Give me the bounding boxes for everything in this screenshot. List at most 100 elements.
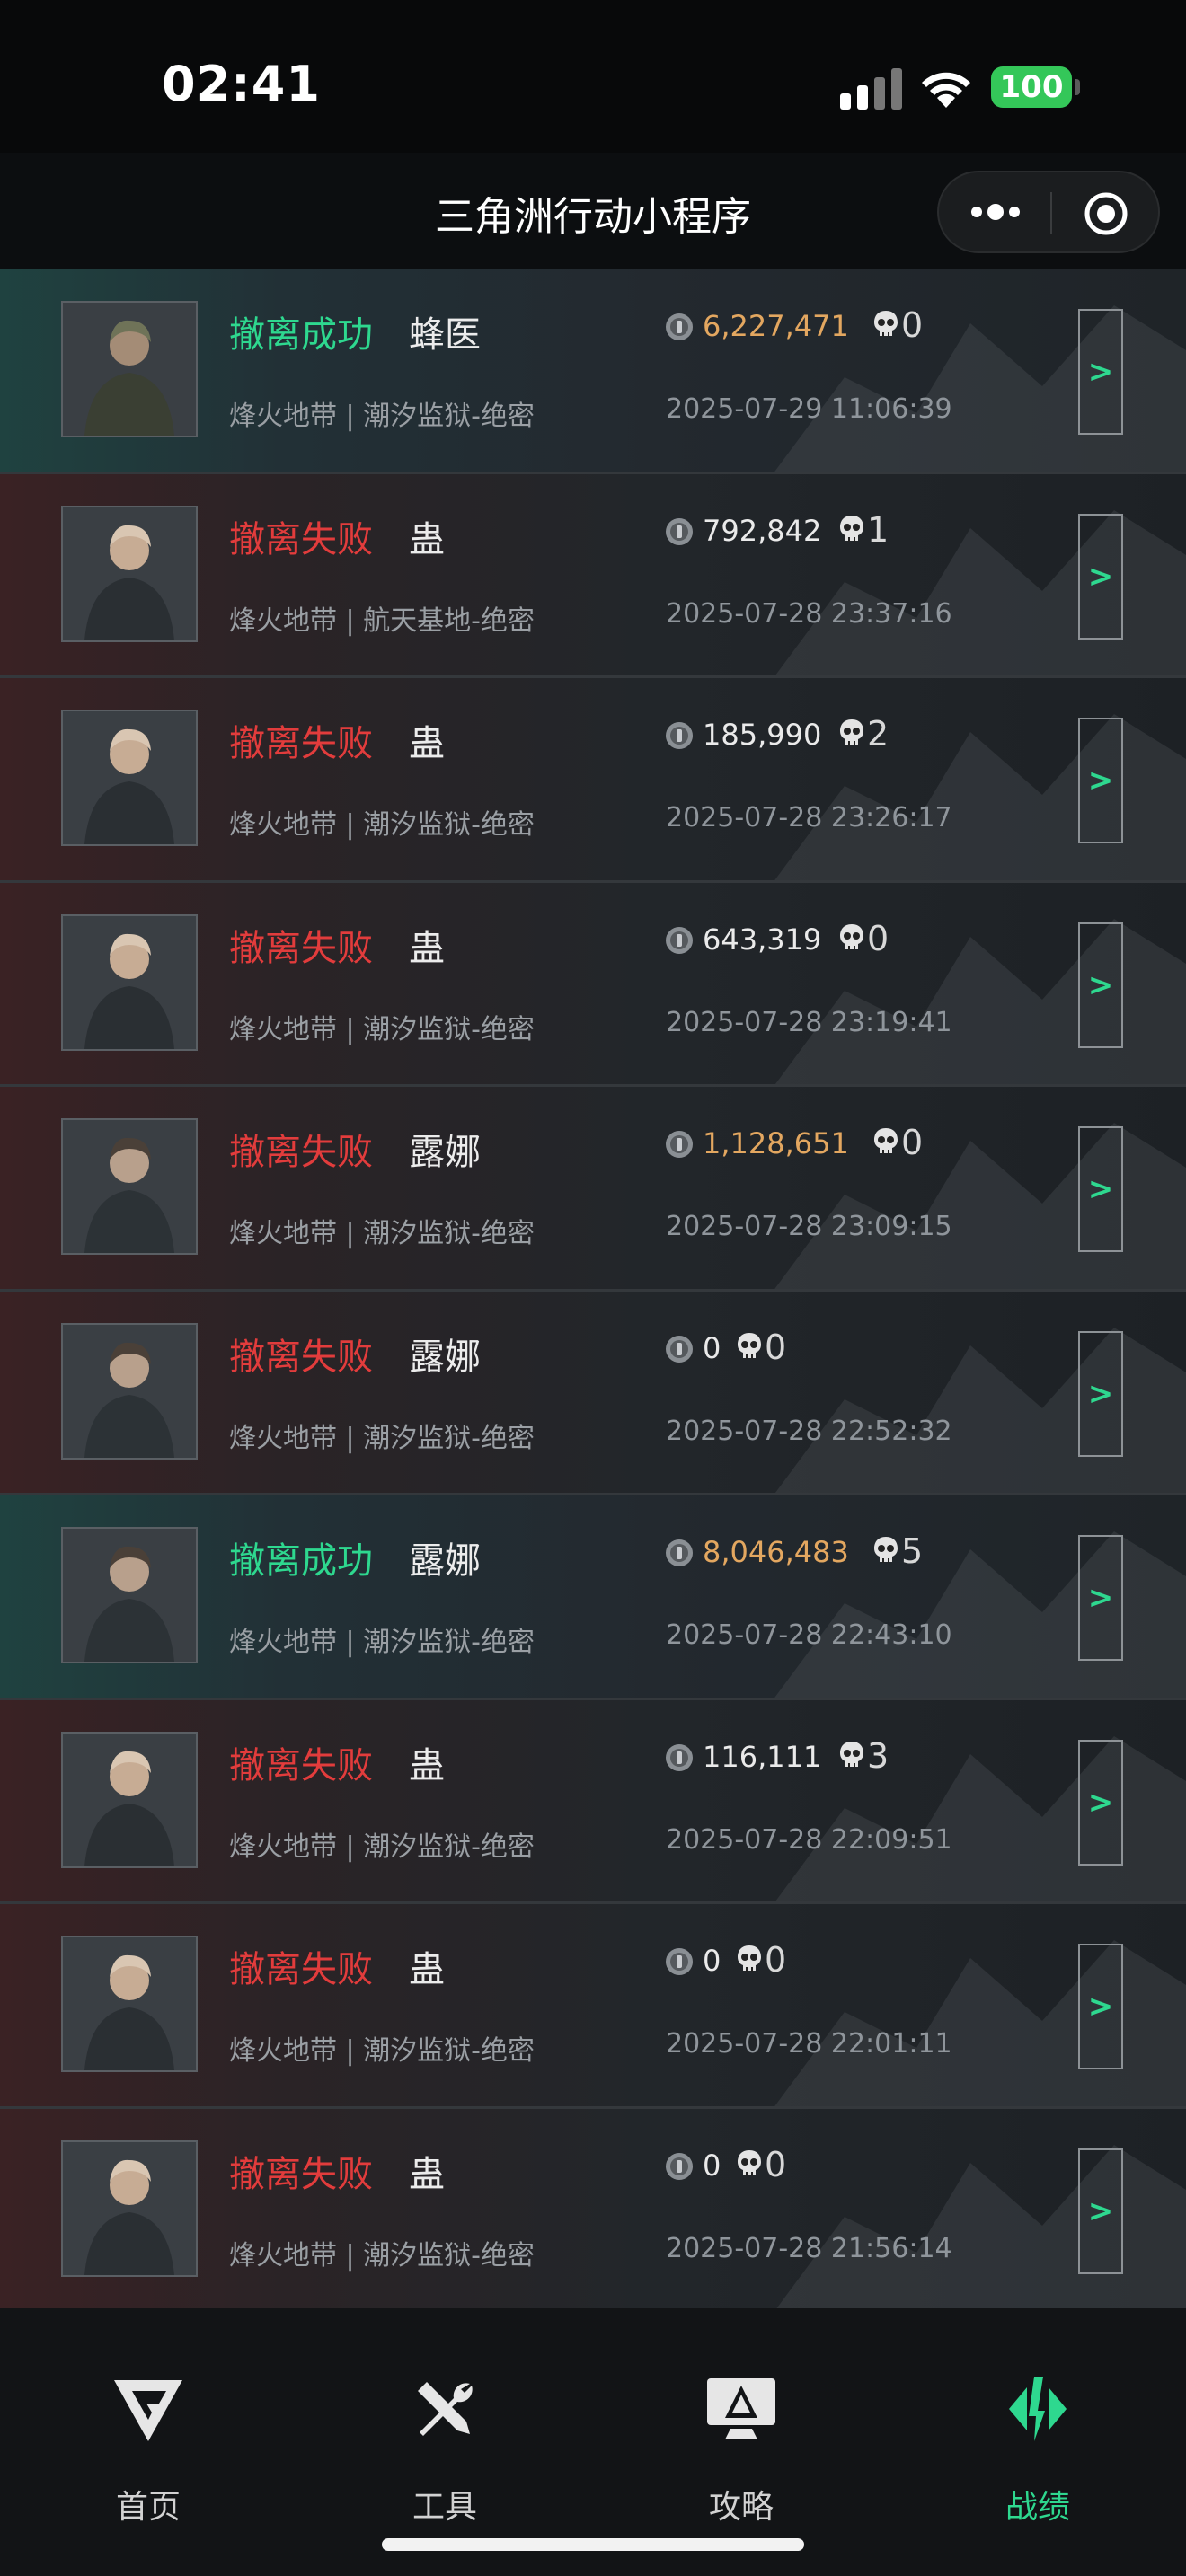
status-bar: 02:41 100 bbox=[0, 0, 1186, 153]
record-row[interactable]: 撤离成功 蜂医 烽火地带 | 潮汐监狱-绝密 6,227,471 0 2025-… bbox=[0, 269, 1186, 474]
map-info: 烽火地带 | 潮汐监狱-绝密 bbox=[229, 2035, 535, 2067]
loot-value: 792,842 bbox=[703, 513, 822, 548]
kill-count: 0 bbox=[736, 2145, 786, 2184]
operator-portrait-icon bbox=[63, 711, 196, 844]
extraction-result: 撤离失败 bbox=[229, 2153, 373, 2195]
view-detail-button[interactable]: > bbox=[1078, 718, 1123, 843]
kill-count-value: 0 bbox=[765, 2144, 787, 2184]
tab-label: 首页 bbox=[115, 2489, 181, 2526]
loot-value: 185,990 bbox=[703, 718, 822, 752]
extraction-result: 撤离失败 bbox=[229, 1336, 373, 1378]
record-row[interactable]: 撤离失败 蛊 烽火地带 | 潮汐监狱-绝密 116,111 3 2025-07-… bbox=[0, 1699, 1186, 1904]
loot-value: 6,227,471 bbox=[703, 309, 849, 343]
view-detail-button[interactable]: > bbox=[1078, 309, 1123, 435]
kill-count-value: 3 bbox=[867, 1735, 890, 1776]
skull-icon bbox=[874, 1537, 898, 1563]
coin-icon bbox=[666, 1539, 693, 1566]
kill-count: 1 bbox=[838, 510, 889, 550]
operator-name: 蛊 bbox=[409, 723, 445, 764]
tab-home[interactable]: 首页 bbox=[0, 2308, 296, 2576]
tab-label: 攻略 bbox=[708, 2489, 774, 2526]
record-row[interactable]: 撤离失败 露娜 烽火地带 | 潮汐监狱-绝密 0 0 2025-07-28 22… bbox=[0, 1291, 1186, 1495]
extraction-result: 撤离成功 bbox=[229, 314, 373, 356]
extraction-result: 撤离失败 bbox=[229, 1744, 373, 1786]
operator-portrait-icon bbox=[63, 1529, 196, 1662]
kill-count-value: 0 bbox=[765, 1940, 787, 1980]
guide-monitor-icon bbox=[707, 2378, 775, 2439]
view-detail-button[interactable]: > bbox=[1078, 2148, 1123, 2274]
tab-battle-record[interactable]: 战绩 bbox=[890, 2308, 1186, 2576]
record-row[interactable]: 撤离失败 蛊 烽火地带 | 潮汐监狱-绝密 643,319 0 2025-07-… bbox=[0, 882, 1186, 1087]
home-indicator bbox=[382, 2538, 804, 2551]
chevron-right-icon: > bbox=[1087, 1784, 1114, 1821]
record-row[interactable]: 撤离失败 蛊 烽火地带 | 潮汐监狱-绝密 0 0 2025-07-28 21:… bbox=[0, 2108, 1186, 2308]
view-detail-button[interactable]: > bbox=[1078, 1535, 1123, 1661]
match-time: 2025-07-28 23:09:15 bbox=[666, 1211, 952, 1242]
operator-avatar bbox=[61, 1527, 198, 1663]
kill-count: 3 bbox=[838, 1736, 889, 1776]
operator-portrait-icon bbox=[63, 1733, 196, 1866]
coin-icon bbox=[666, 1335, 693, 1363]
operator-avatar bbox=[61, 1731, 198, 1868]
operator-avatar bbox=[61, 1322, 198, 1460]
status-time: 02:41 bbox=[162, 56, 321, 112]
capsule-divider bbox=[1050, 192, 1052, 234]
map-info: 烽火地带 | 潮汐监狱-绝密 bbox=[229, 2239, 535, 2272]
coin-icon bbox=[666, 517, 693, 545]
record-row[interactable]: 撤离失败 露娜 烽火地带 | 潮汐监狱-绝密 1,128,651 0 2025-… bbox=[0, 1087, 1186, 1292]
skull-icon bbox=[840, 719, 863, 745]
operator-name: 蛊 bbox=[409, 1744, 445, 1786]
view-detail-button[interactable]: > bbox=[1078, 922, 1123, 1048]
operator-portrait-icon bbox=[63, 303, 196, 436]
skull-icon bbox=[738, 1332, 761, 1359]
operator-name: 蛊 bbox=[409, 518, 445, 560]
view-detail-button[interactable]: > bbox=[1078, 1330, 1123, 1457]
chevron-right-icon: > bbox=[1087, 2192, 1114, 2229]
kill-count-value: 1 bbox=[867, 509, 890, 550]
chevron-right-icon: > bbox=[1087, 763, 1114, 798]
match-time: 2025-07-28 22:01:11 bbox=[666, 2028, 952, 2060]
tab-tools[interactable]: 工具 bbox=[296, 2308, 593, 2576]
operator-name: 露娜 bbox=[409, 1132, 481, 1173]
loot-value: 0 bbox=[703, 1944, 721, 1978]
kill-count-value: 0 bbox=[901, 1123, 924, 1162]
operator-name: 露娜 bbox=[409, 1336, 481, 1378]
operator-name: 蛊 bbox=[409, 927, 445, 969]
view-detail-button[interactable]: > bbox=[1078, 513, 1123, 640]
battery-level: 100 bbox=[999, 69, 1064, 105]
extraction-result: 撤离失败 bbox=[229, 518, 373, 560]
view-detail-button[interactable]: > bbox=[1078, 1944, 1123, 2069]
battery-indicator: 100 bbox=[991, 66, 1072, 108]
battle-record-list[interactable]: 撤离成功 蜂医 烽火地带 | 潮汐监狱-绝密 6,227,471 0 2025-… bbox=[0, 269, 1186, 2308]
record-row[interactable]: 撤离失败 蛊 烽火地带 | 航天基地-绝密 792,842 1 2025-07-… bbox=[0, 473, 1186, 678]
operator-avatar bbox=[61, 1936, 198, 2072]
loot-value: 0 bbox=[703, 2148, 721, 2183]
battle-record-icon bbox=[1009, 2377, 1067, 2441]
more-options-icon[interactable] bbox=[968, 194, 1023, 230]
kill-count: 2 bbox=[838, 714, 889, 754]
delta-logo-icon bbox=[114, 2380, 182, 2441]
tab-guide[interactable]: 攻略 bbox=[593, 2308, 890, 2576]
operator-avatar bbox=[61, 2139, 198, 2277]
map-info: 烽火地带 | 潮汐监狱-绝密 bbox=[229, 401, 535, 432]
view-detail-button[interactable]: > bbox=[1078, 1126, 1123, 1252]
map-info: 烽火地带 | 航天基地-绝密 bbox=[229, 604, 535, 637]
chevron-right-icon: > bbox=[1087, 558, 1114, 595]
close-miniprogram-icon[interactable] bbox=[1083, 190, 1129, 237]
skull-icon bbox=[874, 1128, 898, 1154]
tab-label: 工具 bbox=[412, 2489, 477, 2526]
kill-count-value: 2 bbox=[867, 714, 890, 754]
loot-value: 8,046,483 bbox=[703, 1535, 849, 1569]
view-detail-button[interactable]: > bbox=[1078, 1739, 1123, 1866]
operator-avatar bbox=[61, 1118, 198, 1255]
extraction-result: 撤离失败 bbox=[229, 927, 373, 969]
coin-icon bbox=[666, 313, 693, 340]
record-row[interactable]: 撤离失败 蛊 烽火地带 | 潮汐监狱-绝密 0 0 2025-07-28 22:… bbox=[0, 1904, 1186, 2109]
extraction-result: 撤离失败 bbox=[229, 723, 373, 764]
kill-count: 5 bbox=[872, 1531, 923, 1571]
record-row[interactable]: 撤离失败 蛊 烽火地带 | 潮汐监狱-绝密 185,990 2 2025-07-… bbox=[0, 678, 1186, 883]
record-row[interactable]: 撤离成功 露娜 烽火地带 | 潮汐监狱-绝密 8,046,483 5 2025-… bbox=[0, 1495, 1186, 1700]
chevron-right-icon: > bbox=[1087, 354, 1114, 390]
match-time: 2025-07-28 23:26:17 bbox=[666, 802, 952, 834]
chevron-right-icon: > bbox=[1087, 1171, 1114, 1207]
